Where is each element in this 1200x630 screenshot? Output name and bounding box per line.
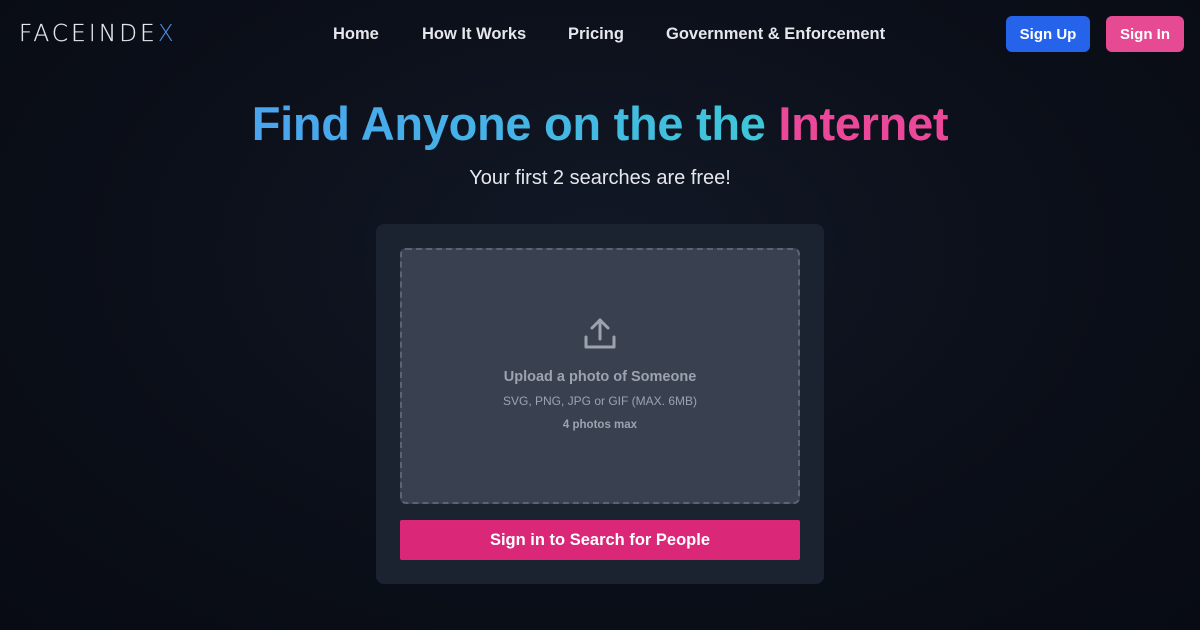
upload-formats-hint: SVG, PNG, JPG or GIF (MAX. 6MB) — [502, 394, 698, 408]
upload-limit-hint: 4 photos max — [562, 419, 638, 431]
logo-accent-letter: X — [157, 21, 177, 47]
sign-up-button[interactable]: Sign Up — [1006, 16, 1090, 52]
hero-title-highlight: Internet — [778, 97, 949, 150]
upload-title: Upload a photo of Someone — [503, 369, 697, 385]
search-people-button[interactable]: Sign in to Search for People — [400, 520, 800, 560]
hero-subtitle: Your first 2 searches are free! — [469, 167, 731, 189]
upload-icon — [584, 318, 616, 349]
photo-dropzone[interactable]: Upload a photo of Someone SVG, PNG, JPG … — [400, 248, 800, 504]
nav-how-it-works-link[interactable]: How It Works — [422, 22, 526, 46]
upload-card: Upload a photo of Someone SVG, PNG, JPG … — [376, 224, 824, 584]
faceindex-logo[interactable]: FACEINDE X — [19, 21, 177, 47]
nav-government-enforcement-link[interactable]: Government & Enforcement — [666, 22, 885, 46]
hero-title-main: Find Anyone on the the — [251, 97, 766, 150]
sign-in-button[interactable]: Sign In — [1106, 16, 1184, 52]
nav-home-link[interactable]: Home — [333, 22, 379, 46]
site-header: FACEINDE X Home How It Works Pricing Gove… — [0, 0, 1200, 68]
logo-text: FACEINDE — [19, 21, 158, 47]
hero-title: Find Anyone on the the Internet — [0, 96, 1200, 152]
nav-pricing-link[interactable]: Pricing — [568, 22, 624, 46]
